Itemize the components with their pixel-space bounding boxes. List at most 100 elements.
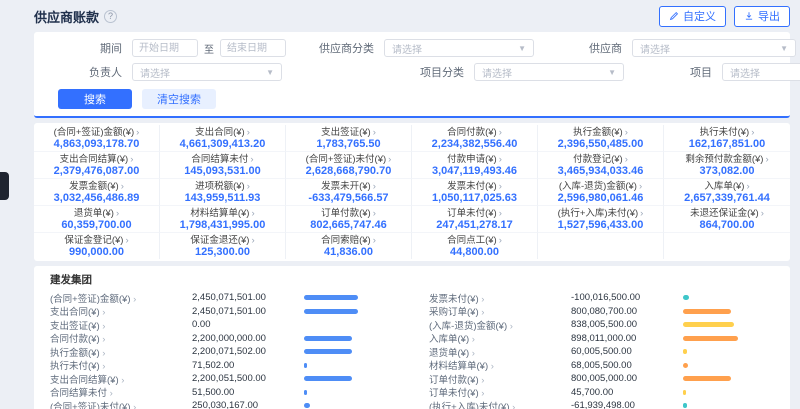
stat-cell[interactable]: 退货单(¥)›60,359,700.00: [34, 206, 160, 233]
export-button[interactable]: 导出: [734, 6, 790, 27]
supplier-category-select[interactable]: 请选择 ▼: [384, 39, 534, 57]
metric-row[interactable]: 支出合同结算(¥) ›2,200,051,500.00: [50, 372, 395, 386]
metric-label: 合同结算未付 ›: [50, 385, 192, 399]
metric-row[interactable]: (执行+入库)未付(¥) ›-61,939,498.00: [429, 399, 774, 409]
stat-cell[interactable]: 支出签证(¥)›1,783,765.50: [286, 125, 412, 152]
stat-cell[interactable]: (合同+签证)金额(¥)›4,863,093,178.70: [34, 125, 160, 152]
stat-cell[interactable]: 发票未开(¥)›-633,479,566.57: [286, 179, 412, 206]
stat-cell[interactable]: 合同付款(¥)›2,234,382,556.40: [412, 125, 538, 152]
chevron-right-icon: ›: [251, 208, 254, 219]
metric-row[interactable]: 材料结算单(¥) ›68,005,500.00: [429, 359, 774, 373]
stat-cell[interactable]: 保证金退还(¥)›125,300.00: [160, 233, 286, 259]
group-right-column: 发票未付(¥) ›-100,016,500.00采购订单(¥) ›800,080…: [429, 291, 774, 409]
stat-cell[interactable]: 发票未付(¥)›1,050,117,025.63: [412, 179, 538, 206]
metric-bar: [304, 336, 352, 341]
stat-cell[interactable]: 材料结算单(¥)›1,798,431,995.00: [160, 206, 286, 233]
stat-cell[interactable]: 合同结算未付›145,093,531.00: [160, 152, 286, 179]
stat-cell[interactable]: (执行+入库)未付(¥)›1,527,596,433.00: [538, 206, 664, 233]
metric-bar: [683, 322, 734, 327]
page: 供应商账款 ? 自定义 导出 期间 至: [0, 0, 800, 409]
metric-bar-track: [683, 322, 774, 327]
stat-cell-empty: [664, 233, 790, 259]
period-start-input[interactable]: [132, 39, 198, 57]
metric-bar: [683, 349, 687, 354]
metric-value: 2,450,071,501.00: [192, 306, 304, 317]
metric-row[interactable]: 支出合同(¥) ›2,450,071,501.00: [50, 305, 395, 319]
metric-row[interactable]: 退货单(¥) ›60,005,500.00: [429, 345, 774, 359]
clear-search-button[interactable]: 清空搜索: [142, 89, 216, 109]
search-button[interactable]: 搜索: [58, 89, 132, 109]
metric-row[interactable]: 合同结算未付 ›51,500.00: [50, 386, 395, 400]
stat-cell[interactable]: 未退还保证金(¥)›864,700.00: [664, 206, 790, 233]
stats-summary-card: (合同+签证)金额(¥)›4,863,093,178.70支出合同(¥)›4,6…: [34, 123, 790, 261]
metric-row[interactable]: (入库-退货)金额(¥) ›838,005,500.00: [429, 318, 774, 332]
metric-bar: [304, 376, 352, 381]
chevron-right-icon: ›: [488, 361, 494, 372]
stat-label: 执行金额(¥)›: [540, 127, 661, 138]
stat-cell[interactable]: 支出合同结算(¥)›2,379,476,087.00: [34, 152, 160, 179]
stat-cell[interactable]: 订单未付(¥)›247,451,278.17: [412, 206, 538, 233]
stat-value: 3,047,119,493.46: [414, 165, 535, 177]
stat-cell[interactable]: 执行金额(¥)›2,396,550,485.00: [538, 125, 664, 152]
stat-cell[interactable]: 入库单(¥)›2,657,339,761.44: [664, 179, 790, 206]
chevron-right-icon: ›: [247, 181, 250, 192]
metric-row[interactable]: 执行金额(¥) ›2,200,071,502.00: [50, 345, 395, 359]
metric-row[interactable]: 订单未付(¥) ›45,700.00: [429, 386, 774, 400]
metric-value: 68,005,500.00: [571, 360, 683, 371]
stat-cell[interactable]: 支出合同(¥)›4,661,309,413.20: [160, 125, 286, 152]
metric-row[interactable]: 入库单(¥) ›898,011,000.00: [429, 332, 774, 346]
project-category-placeholder: 请选择: [482, 65, 512, 80]
stat-value: 145,093,531.00: [162, 165, 283, 177]
project-select[interactable]: 请选择 ▼: [722, 63, 800, 81]
metric-bar-track: [304, 349, 395, 354]
stats-grid: (合同+签证)金额(¥)›4,863,093,178.70支出合同(¥)›4,6…: [34, 125, 790, 259]
stat-cell[interactable]: 发票金额(¥)›3,032,456,486.89: [34, 179, 160, 206]
metric-row[interactable]: 执行未付(¥) ›71,502.00: [50, 359, 395, 373]
project-category-select[interactable]: 请选择 ▼: [474, 63, 624, 81]
period-field: 期间 至: [58, 39, 286, 57]
stat-cell[interactable]: 保证金登记(¥)›990,000.00: [34, 233, 160, 259]
stat-cell[interactable]: 付款申请(¥)›3,047,119,493.46: [412, 152, 538, 179]
stat-cell[interactable]: (入库-退货)金额(¥)›2,596,980,061.46: [538, 179, 664, 206]
stat-label: 剩余预付款金额(¥)›: [666, 154, 788, 165]
stat-cell[interactable]: 合同点工(¥)›44,800.00: [412, 233, 538, 259]
metric-row[interactable]: 发票未付(¥) ›-100,016,500.00: [429, 291, 774, 305]
period-end-input[interactable]: [220, 39, 286, 57]
metric-label: (合同+签证)未付(¥) ›: [50, 399, 192, 409]
metric-bar-track: [304, 336, 395, 341]
sidebar-drawer-handle[interactable]: [0, 172, 9, 200]
chevron-right-icon: ›: [469, 348, 475, 359]
metric-row[interactable]: 采购订单(¥) ›800,080,700.00: [429, 305, 774, 319]
metric-value: 838,005,500.00: [571, 319, 683, 330]
metric-bar-track: [304, 295, 395, 300]
stat-cell[interactable]: 执行未付(¥)›162,167,851.00: [664, 125, 790, 152]
stat-cell[interactable]: 进项税额(¥)›143,959,511.93: [160, 179, 286, 206]
owner-select[interactable]: 请选择 ▼: [132, 63, 282, 81]
supplier-select[interactable]: 请选择 ▼: [632, 39, 796, 57]
stat-label: 发票未付(¥)›: [414, 181, 535, 192]
metric-label: 支出签证(¥) ›: [50, 318, 192, 332]
stat-value: 44,800.00: [414, 246, 535, 258]
metric-value: 45,700.00: [571, 387, 683, 398]
stat-cell[interactable]: 剩余预付款金额(¥)›373,082.00: [664, 152, 790, 179]
metric-value: 2,200,051,500.00: [192, 373, 304, 384]
customize-button[interactable]: 自定义: [659, 6, 726, 27]
metric-bar: [304, 309, 358, 314]
stats-row: 退货单(¥)›60,359,700.00材料结算单(¥)›1,798,431,9…: [34, 206, 790, 233]
stat-cell[interactable]: 订单付款(¥)›802,665,747.46: [286, 206, 412, 233]
metric-row[interactable]: 订单付款(¥) ›800,005,000.00: [429, 372, 774, 386]
stat-cell[interactable]: 付款登记(¥)›3,465,934,033.46: [538, 152, 664, 179]
metric-bar: [683, 376, 731, 381]
metric-row[interactable]: (合同+签证)未付(¥) ›250,030,167.00: [50, 399, 395, 409]
stats-row: 保证金登记(¥)›990,000.00保证金退还(¥)›125,300.00合同…: [34, 233, 790, 259]
metric-row[interactable]: (合同+签证)金额(¥) ›2,450,071,501.00: [50, 291, 395, 305]
metric-row[interactable]: 合同付款(¥) ›2,200,000,000.00: [50, 332, 395, 346]
stat-label: (合同+签证)未付(¥)›: [288, 154, 409, 165]
chevron-right-icon: ›: [131, 402, 137, 409]
stat-cell[interactable]: (合同+签证)未付(¥)›2,628,668,790.70: [286, 152, 412, 179]
stat-cell[interactable]: 合同索赔(¥)›41,836.00: [286, 233, 412, 259]
stat-value: 373,082.00: [666, 165, 788, 177]
help-icon[interactable]: ?: [104, 10, 117, 23]
metric-row[interactable]: 支出签证(¥) ›0.00: [50, 318, 395, 332]
filter-buttons: 搜索 清空搜索: [58, 89, 766, 109]
